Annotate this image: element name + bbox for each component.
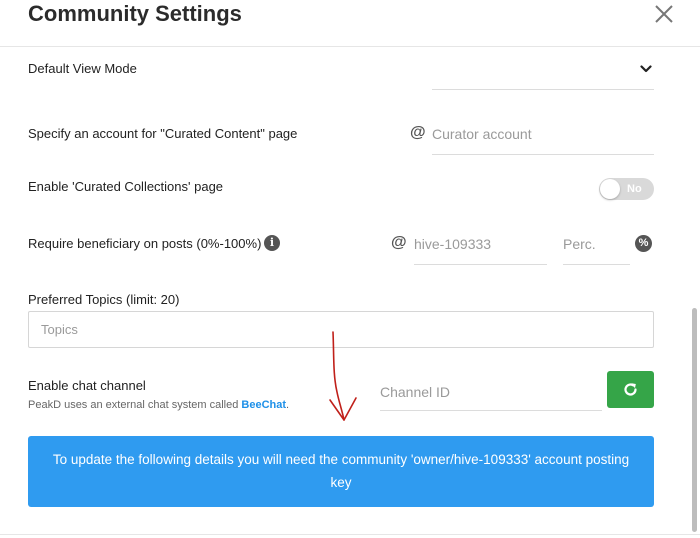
chat-note: PeakD uses an external chat system calle…	[28, 398, 289, 412]
at-icon: @	[391, 234, 407, 251]
owner-key-notice: To update the following details you will…	[28, 436, 654, 507]
curated-collections-label: Enable 'Curated Collections' page	[28, 179, 224, 194]
chevron-down-icon	[640, 65, 652, 73]
scrollbar[interactable]	[692, 308, 697, 532]
chat-channel-label: Enable chat channel	[28, 378, 146, 393]
chat-note-text: PeakD uses an external chat system calle…	[28, 399, 242, 411]
percent-placeholder: Perc.	[563, 236, 596, 252]
channel-id-placeholder: Channel ID	[380, 384, 451, 400]
curated-collections-toggle[interactable]: No	[599, 178, 654, 200]
default-view-select[interactable]	[432, 58, 654, 90]
beneficiary-account-value: hive-109333	[414, 236, 492, 252]
at-icon: @	[410, 124, 426, 141]
refresh-icon	[624, 383, 637, 396]
curated-content-label: Specify an account for "Curated Content"…	[28, 126, 298, 141]
toggle-state-text: No	[627, 183, 642, 195]
curator-account-input[interactable]: Curator account	[432, 118, 654, 155]
default-view-label: Default View Mode	[28, 61, 137, 76]
dialog-header: Community Settings	[0, 0, 700, 47]
beechat-link[interactable]: BeeChat	[241, 399, 286, 411]
topics-placeholder: Topics	[41, 322, 78, 337]
toggle-knob	[600, 179, 620, 199]
refresh-button[interactable]	[607, 371, 654, 408]
divider	[0, 534, 700, 535]
beneficiary-account-input[interactable]: hive-109333	[414, 228, 547, 265]
chat-note-end: .	[286, 399, 290, 411]
close-icon[interactable]	[652, 2, 676, 26]
dialog-title: Community Settings	[28, 1, 242, 26]
beneficiary-label: Require beneficiary on posts (0%-100%)	[28, 236, 262, 251]
curator-account-placeholder: Curator account	[432, 126, 532, 142]
topics-label: Preferred Topics (limit: 20)	[28, 292, 180, 307]
beneficiary-percent-input[interactable]: Perc.	[563, 228, 630, 265]
channel-id-input[interactable]: Channel ID	[380, 374, 602, 411]
annotation-arrow-icon	[329, 331, 357, 421]
percent-icon: %	[635, 235, 652, 252]
info-icon[interactable]: i	[264, 235, 280, 251]
